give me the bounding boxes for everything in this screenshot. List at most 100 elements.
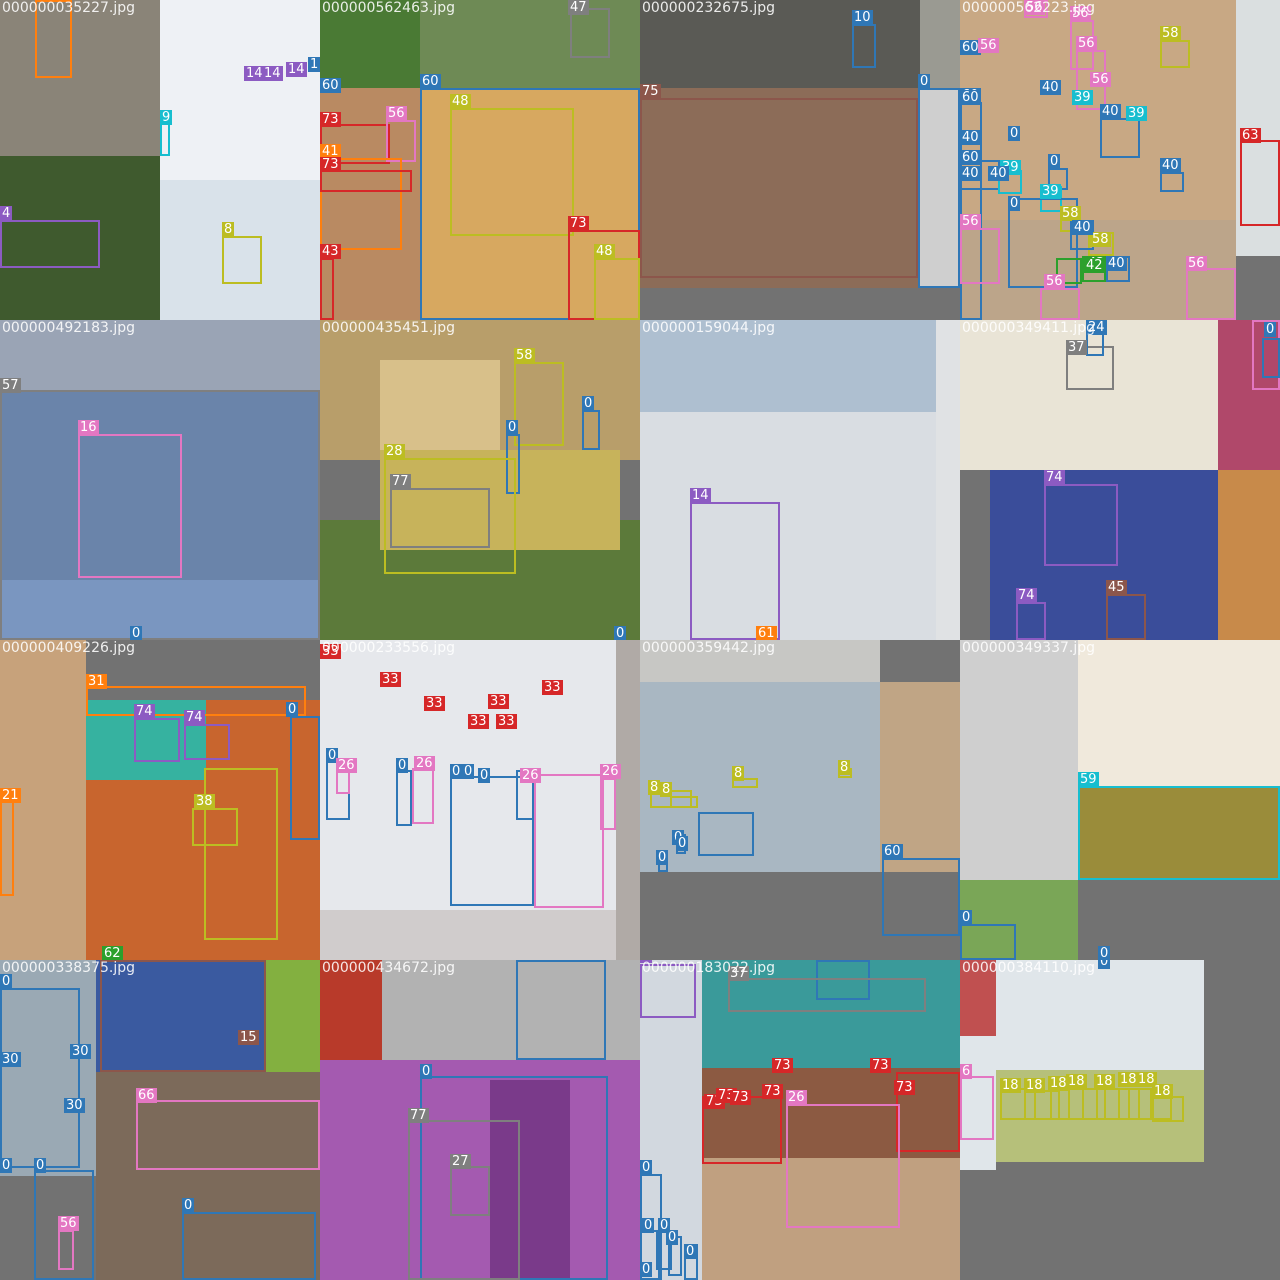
bbox: [594, 258, 640, 320]
bbox: [960, 924, 1016, 960]
image-patch: [320, 910, 616, 960]
bbox: [516, 960, 606, 1060]
image-patch: [160, 0, 320, 180]
bbox-label: 21: [0, 788, 21, 803]
bbox: [204, 768, 278, 940]
bbox-label: 6: [960, 1064, 973, 1079]
bbox: [1100, 118, 1140, 158]
bbox-label: 48: [594, 244, 615, 259]
bbox-label: 40: [960, 130, 981, 145]
bbox-label: 48: [450, 94, 471, 109]
mosaic-tile: 000000183022.jpg 4 0 37 73 73 73 73 73 7…: [640, 960, 960, 1280]
bbox-label: 60: [960, 150, 981, 165]
bbox: [320, 258, 334, 320]
bbox-label: 0: [462, 764, 475, 779]
bbox-label: 33: [380, 672, 401, 687]
bbox-label: 6: [1260, 320, 1273, 321]
bbox-label: 8: [648, 780, 661, 795]
bbox: [1078, 786, 1280, 880]
mosaic-tile: 000000338375.jpg 0 30 30 30 15 66 0 0 56…: [0, 960, 320, 1280]
mosaic-tile: 000000349337.jpg 59 0 0: [960, 640, 1280, 960]
bbox: [336, 770, 350, 794]
tile-filename: 000000359442.jpg: [642, 640, 775, 656]
bbox: [78, 434, 182, 578]
bbox-label: 40: [1072, 220, 1093, 235]
tile-filename: 000000492183.jpg: [2, 320, 135, 336]
mosaic-tile: 000000233556.jpg 33 33 33 33 33 33 33 0 …: [320, 640, 640, 960]
bbox-label: 38: [194, 794, 215, 809]
bbox: [918, 88, 960, 288]
mosaic-tile: 000000409226.jpg 31 74 74 0 38 21 62: [0, 640, 320, 960]
bbox-label: 0: [450, 764, 463, 779]
bbox: [390, 488, 490, 548]
bbox-label: 75: [640, 84, 661, 99]
bbox-label: 58: [514, 348, 535, 363]
bbox: [670, 796, 698, 808]
bbox-label: 60: [420, 74, 441, 89]
bbox: [58, 1230, 74, 1270]
bbox-label: 0: [0, 1158, 13, 1173]
tile-filename: 000000183022.jpg: [642, 960, 775, 976]
bbox-label: 0: [614, 626, 627, 640]
bbox-label: 0: [1008, 126, 1021, 141]
bbox-label: 18: [1152, 1084, 1173, 1099]
tile-filename: 000000409226.jpg: [2, 640, 135, 656]
bbox: [570, 8, 610, 58]
bbox-label: 0: [816, 960, 829, 961]
tile-filename: 000000349337.jpg: [962, 640, 1095, 656]
bbox: [192, 808, 238, 846]
image-patch: [380, 360, 500, 450]
bbox-label: 45: [1106, 580, 1127, 595]
bbox-label: 58: [1160, 26, 1181, 41]
bbox-label: 0: [506, 420, 519, 435]
bbox: [396, 770, 412, 826]
bbox-label: 56: [960, 214, 981, 229]
bbox-label: 31: [86, 674, 107, 689]
bbox-label: 33: [488, 694, 509, 709]
bbox-label: 0: [960, 910, 973, 925]
bbox-label: 26: [520, 768, 541, 783]
bbox-label: 0: [286, 702, 299, 717]
bbox-label: 0: [642, 1218, 655, 1233]
bbox-label: 73: [870, 1058, 891, 1073]
bbox-label: 40: [960, 166, 981, 181]
bbox-label: 0: [640, 1160, 653, 1175]
bbox: [0, 220, 100, 268]
bbox-label: 73: [762, 1084, 783, 1099]
bbox-label: 39: [1072, 90, 1093, 105]
image-patch: [266, 960, 320, 1072]
image-patch: [0, 0, 160, 156]
bbox-label: 0: [656, 850, 669, 865]
bbox: [1240, 140, 1280, 226]
bbox: [386, 120, 416, 162]
bbox-label: 73: [320, 112, 341, 127]
bbox: [320, 170, 412, 192]
bbox: [690, 502, 780, 640]
tile-filename: 000000159044.jpg: [642, 320, 775, 336]
bbox-label: 56: [1090, 72, 1111, 87]
mosaic-tile: 000000562463.jpg 47 60 60 48 73 56 41 73…: [320, 0, 640, 320]
bbox-label: 40: [1100, 104, 1121, 119]
tile-filename: 000000384110.jpg: [962, 960, 1095, 976]
tile-filename: 000000434672.jpg: [322, 960, 455, 976]
bbox-label: 4: [0, 206, 13, 221]
bbox-label: 56: [1044, 274, 1065, 289]
bbox: [1160, 172, 1184, 192]
bbox-label: 26: [414, 756, 435, 771]
bbox-label: 0: [182, 1198, 195, 1213]
tile-filename: 000000035227.jpg: [2, 0, 135, 16]
bbox-label: 0: [918, 74, 931, 89]
bbox-label: 56: [1076, 36, 1097, 51]
bbox-label: 73: [730, 1090, 751, 1105]
mosaic-grid: 000000035227.jpg 14 14 14 1 9 4 8 000000…: [0, 0, 1280, 1280]
bbox-label: 0: [582, 396, 595, 411]
bbox: [1262, 338, 1280, 378]
bbox-label: 47: [568, 0, 589, 15]
bbox-label: 39: [1040, 184, 1061, 199]
bbox-label: 74: [1044, 470, 1065, 485]
bbox-label: 26: [336, 758, 357, 773]
tile-filename: 000000338375.jpg: [2, 960, 135, 976]
bbox-label: 33: [496, 714, 517, 729]
bbox-label: 9: [160, 110, 173, 125]
bbox-label: 42: [1084, 258, 1105, 273]
